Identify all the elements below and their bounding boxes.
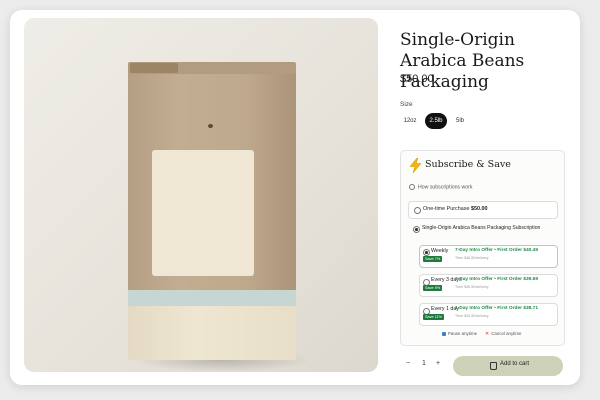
frequency-weekly-radio[interactable] (423, 249, 430, 256)
size-label: Size (400, 101, 413, 108)
frequency-every-3-days[interactable]: Every 3 days Save 9% 3-Day Intro Offer •… (419, 274, 558, 297)
close-icon: ✕ (485, 331, 490, 337)
how-subscriptions-text: How subscriptions work (418, 184, 473, 191)
frequency-offer: 1-Day Intro Offer • First Order $38.71 (455, 306, 538, 311)
decrement-button[interactable]: − (406, 360, 410, 367)
info-icon (409, 184, 415, 190)
bag-blank-label (152, 150, 254, 276)
subscribe-title: Subscribe & Save (425, 159, 511, 170)
frequency-offer: 3-Day Intro Offer • First Order $39.59 (455, 277, 538, 282)
add-to-cart-label: Add to cart (500, 361, 530, 367)
size-option-5lb[interactable]: 5lb (451, 113, 469, 129)
quantity-value[interactable]: 1 (422, 360, 426, 367)
lightning-icon (409, 158, 422, 173)
one-time-label: One-time Purchase $50.00 (423, 206, 488, 212)
pause-anytime-note: Pause anytime (442, 331, 477, 336)
shopping-bag-icon (490, 362, 497, 370)
one-time-purchase-option[interactable]: One-time Purchase $50.00 (408, 201, 558, 219)
quantity-stepper: − 1 + (400, 357, 450, 375)
size-option-12oz[interactable]: 12oz (400, 113, 420, 129)
frequency-weekly[interactable]: Weekly Save 7% 7-Day Intro Offer • First… (419, 245, 558, 268)
bag-degassing-valve (208, 124, 213, 128)
increment-button[interactable]: + (436, 360, 440, 367)
product-price: $50.00 (400, 73, 434, 85)
subscription-option[interactable]: Single-Origin Arabica Beans Packaging Su… (408, 222, 556, 236)
frequency-offer: 7-Day Intro Offer • First Order $40.45 (455, 248, 538, 253)
bag-bottom (128, 306, 296, 360)
checkbox-icon (442, 331, 446, 336)
save-badge: Save 9% (423, 285, 443, 291)
subscription-option-label: Single-Origin Arabica Beans Packaging Su… (422, 225, 541, 231)
bag-stripe (128, 290, 296, 306)
cancel-anytime-note: ✕ Cancel anytime (485, 331, 522, 337)
frequency-every-1-day[interactable]: Every 1 day Save 11% 1-Day Intro Offer •… (419, 303, 558, 326)
bag-kraft-body (128, 74, 296, 290)
one-time-radio[interactable] (414, 207, 421, 214)
how-subscriptions-link[interactable]: How subscriptions work (409, 184, 473, 190)
frequency-then-price: Then $45.50/delivery (455, 285, 489, 289)
save-badge: Save 11% (423, 314, 445, 320)
bag-tin-tie (130, 63, 178, 73)
subscription-radio[interactable] (413, 226, 420, 233)
coffee-bag-illustration (128, 62, 296, 360)
frequency-name: Weekly (431, 248, 449, 254)
add-to-cart-button[interactable]: Add to cart (453, 356, 563, 376)
frequency-then-price: Then $46.50/delivery (455, 256, 489, 260)
product-image[interactable] (24, 18, 378, 372)
size-option-2-5lb[interactable]: 2.5lb (425, 113, 447, 129)
frequency-then-price: Then $44.50/delivery (455, 314, 489, 318)
save-badge: Save 7% (423, 256, 443, 262)
subscribe-panel: Subscribe & Save How subscriptions work … (400, 150, 565, 346)
